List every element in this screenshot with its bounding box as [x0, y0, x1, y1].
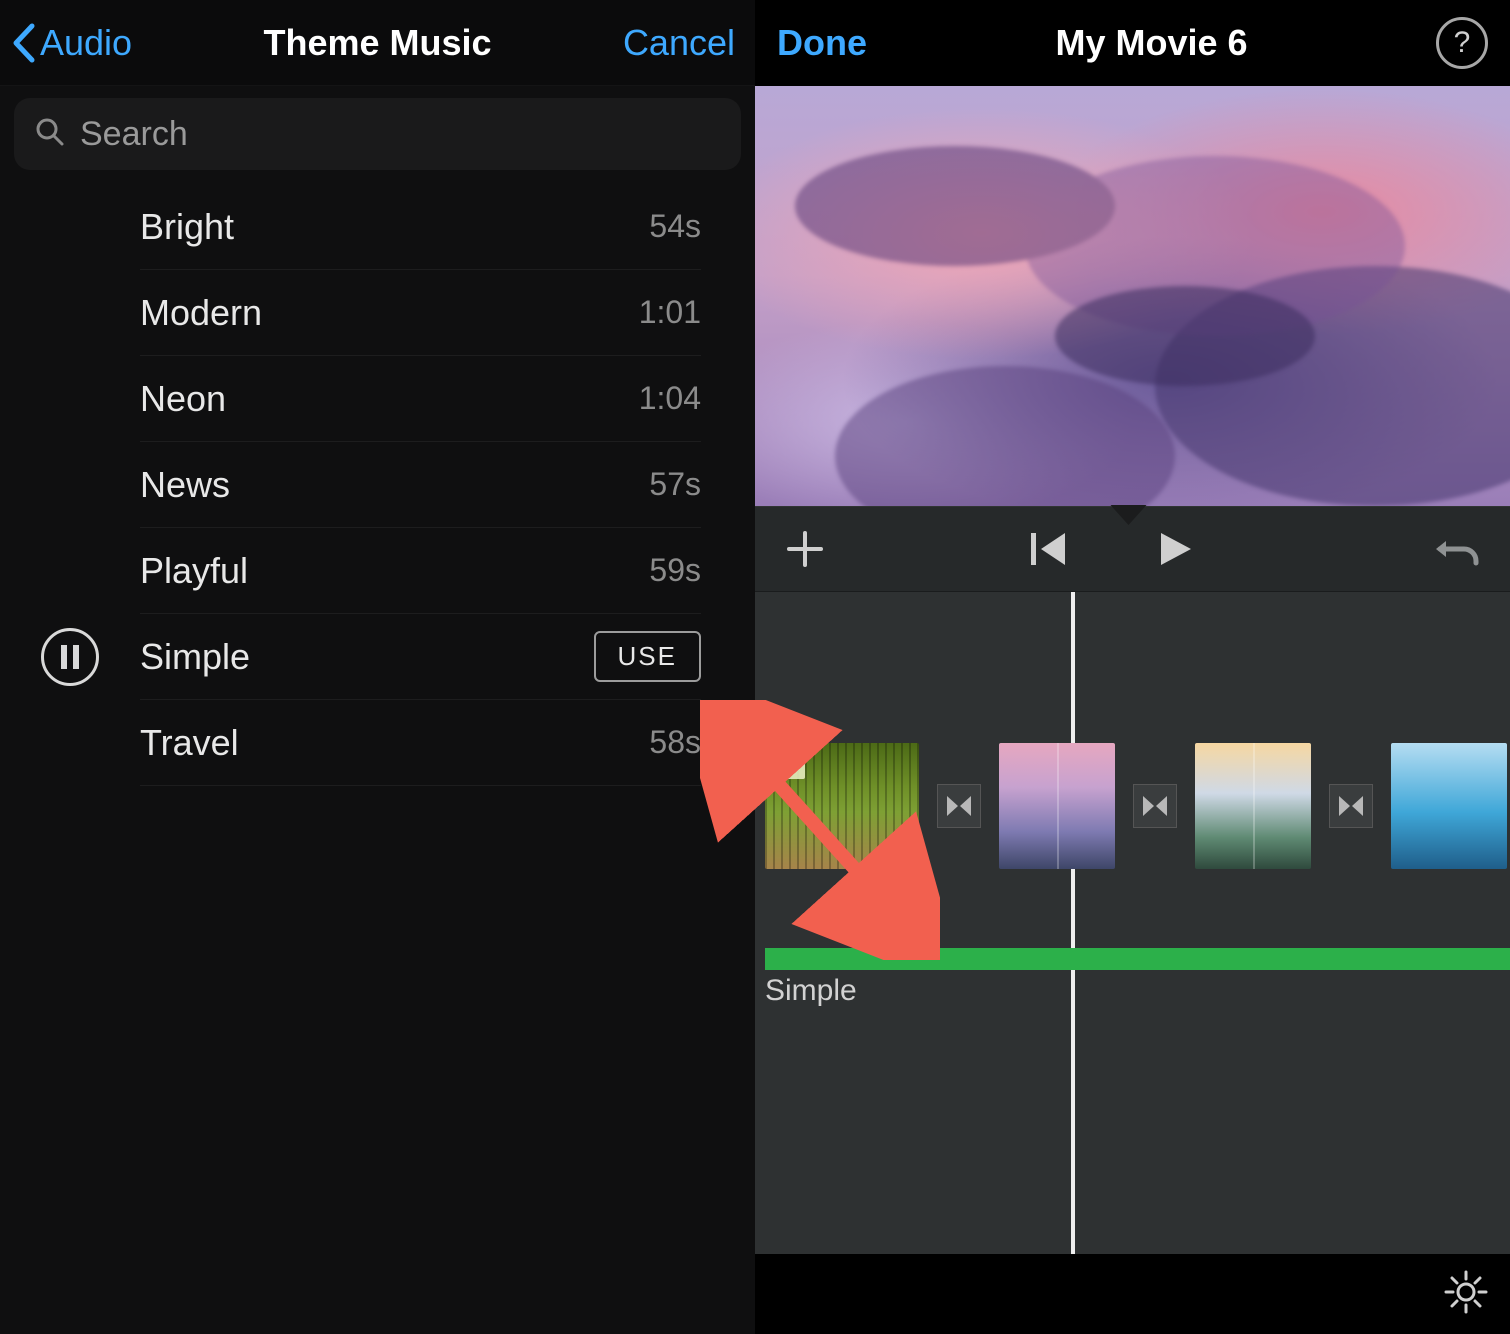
theme-track-row[interactable]: Playful 59s: [0, 528, 755, 614]
theme-track-row[interactable]: Travel 58s: [0, 700, 755, 786]
track-duration: 57s: [649, 466, 701, 503]
chevron-left-icon: [10, 22, 36, 64]
timeline[interactable]: T Simple: [755, 592, 1510, 1254]
playhead-line: [1071, 592, 1075, 1254]
video-clip-3[interactable]: [1195, 743, 1311, 869]
title-badge: T: [775, 749, 805, 779]
track-name: Bright: [140, 206, 234, 248]
track-name: Modern: [140, 292, 262, 334]
audio-track[interactable]: [765, 948, 1510, 970]
back-button[interactable]: Audio: [10, 22, 132, 64]
settings-button[interactable]: [1444, 1270, 1488, 1319]
theme-track-row[interactable]: Neon 1:04: [0, 356, 755, 442]
track-duration: 1:01: [639, 294, 701, 331]
back-label: Audio: [40, 22, 132, 64]
skip-back-button[interactable]: [1029, 531, 1069, 567]
done-button[interactable]: Done: [777, 22, 867, 64]
pause-button[interactable]: [41, 628, 99, 686]
video-clip-2[interactable]: [999, 743, 1115, 869]
video-clip-4[interactable]: [1391, 743, 1507, 869]
page-title: Theme Music: [132, 22, 623, 64]
transition-3[interactable]: [1329, 784, 1373, 828]
playhead-marker-icon: [1110, 505, 1146, 525]
track-name: Simple: [140, 636, 250, 678]
track-duration: 54s: [649, 208, 701, 245]
pause-icon: [61, 645, 79, 669]
cancel-button[interactable]: Cancel: [623, 22, 735, 64]
theme-track-row[interactable]: News 57s: [0, 442, 755, 528]
transition-2[interactable]: [1133, 784, 1177, 828]
track-name: Travel: [140, 722, 239, 764]
use-button[interactable]: USE: [594, 631, 701, 682]
search-input[interactable]: [80, 115, 721, 154]
help-button[interactable]: ?: [1436, 17, 1488, 69]
search-icon: [34, 116, 66, 153]
audio-track-label: Simple: [765, 974, 857, 1008]
theme-track-row[interactable]: Simple USE: [0, 614, 755, 700]
play-button[interactable]: [1155, 529, 1195, 569]
theme-track-row[interactable]: Modern 1:01: [0, 270, 755, 356]
track-duration: 58s: [649, 724, 701, 761]
undo-button[interactable]: [1434, 531, 1482, 567]
transition-1[interactable]: [937, 784, 981, 828]
theme-track-row[interactable]: Bright 54s: [0, 184, 755, 270]
add-media-button[interactable]: [783, 527, 827, 571]
track-duration: 59s: [649, 552, 701, 589]
track-name: News: [140, 464, 230, 506]
track-name: Playful: [140, 550, 248, 592]
video-preview: [755, 86, 1510, 506]
search-field[interactable]: [14, 98, 741, 170]
track-duration: 1:04: [639, 380, 701, 417]
help-icon: ?: [1454, 26, 1471, 60]
project-title: My Movie 6: [867, 22, 1436, 64]
video-clip-1[interactable]: T: [765, 743, 919, 869]
track-name: Neon: [140, 378, 226, 420]
